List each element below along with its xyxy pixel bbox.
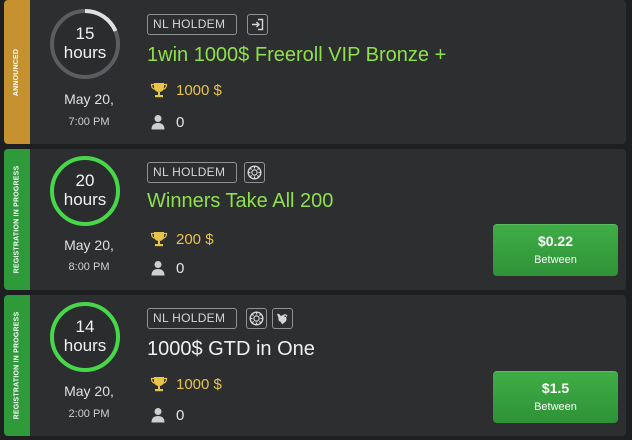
enter-icon[interactable]	[247, 14, 268, 35]
tournament-card[interactable]: REGISTRATION IN PROGRESS 14 hours May 20…	[4, 295, 626, 436]
player-count: 0	[150, 258, 184, 278]
status-stripe: REGISTRATION IN PROGRESS	[4, 295, 30, 436]
person-icon	[151, 261, 165, 276]
buyin-amount: $1.5	[541, 379, 570, 396]
chip-icon	[244, 162, 265, 183]
prize-value: 200 $	[176, 230, 214, 248]
status-stripe: REGISTRATION IN PROGRESS	[4, 149, 30, 290]
start-date: May 20,	[64, 383, 114, 399]
countdown-ring: 15 hours	[50, 9, 120, 79]
start-time: 7:00 PM	[68, 116, 110, 128]
start-time: 8:00 PM	[68, 261, 110, 273]
tournament-card[interactable]: REGISTRATION IN PROGRESS 20 hours May 20…	[4, 149, 626, 290]
buyin-amount: $0.22	[537, 232, 574, 249]
players-value: 0	[176, 113, 185, 131]
buyin-button[interactable]: $1.5 Between	[493, 371, 618, 423]
buyin-button[interactable]: $0.22 Between	[493, 224, 618, 276]
prize-pool: 200 $	[150, 229, 214, 249]
prize-value: 1000 $	[176, 81, 222, 99]
tournament-card[interactable]: ANNOUNCED 15 hours May 20, 7:00 PM NL HO…	[4, 0, 626, 144]
person-icon	[151, 408, 165, 423]
trophy-icon	[150, 83, 168, 98]
countdown-unit: hours	[63, 190, 107, 209]
trophy-icon	[150, 232, 168, 247]
prize-pool: 1000 $	[150, 80, 222, 100]
status-label: REGISTRATION IN PROGRESS	[13, 165, 21, 274]
players-value: 0	[176, 259, 185, 277]
player-count: 0	[150, 112, 184, 132]
prize-pool: 1000 $	[150, 374, 222, 394]
start-time: 2:00 PM	[68, 408, 110, 420]
chip-icon	[246, 308, 267, 329]
buyin-label: Between	[534, 253, 577, 266]
start-date: May 20,	[64, 91, 114, 107]
person-icon	[151, 115, 165, 130]
status-label: REGISTRATION IN PROGRESS	[13, 311, 21, 420]
status-stripe: ANNOUNCED	[4, 0, 30, 144]
countdown-ring: 14 hours	[50, 302, 120, 372]
trophy-icon	[150, 377, 168, 392]
countdown-number: 20	[75, 171, 95, 190]
countdown-unit: hours	[63, 336, 107, 355]
game-type-badge: NL HOLDEM	[147, 162, 237, 183]
tournament-name[interactable]: 1000$ GTD in One	[147, 338, 315, 361]
prize-value: 1000 $	[176, 375, 222, 393]
start-date: May 20,	[64, 237, 114, 253]
game-type-badge: NL HOLDEM	[147, 14, 237, 35]
tournament-name[interactable]: 1win 1000$ Freeroll VIP Bronze +	[147, 44, 446, 67]
game-type-badge: NL HOLDEM	[147, 308, 237, 329]
tournament-name[interactable]: Winners Take All 200	[147, 190, 333, 213]
countdown-ring: 20 hours	[50, 156, 120, 226]
bounty-icon	[272, 308, 293, 329]
buyin-label: Between	[534, 400, 577, 413]
countdown-number: 14	[75, 317, 95, 336]
status-label: ANNOUNCED	[13, 48, 21, 96]
players-value: 0	[176, 406, 185, 424]
countdown-progress-arc	[84, 9, 118, 32]
player-count: 0	[150, 405, 184, 425]
